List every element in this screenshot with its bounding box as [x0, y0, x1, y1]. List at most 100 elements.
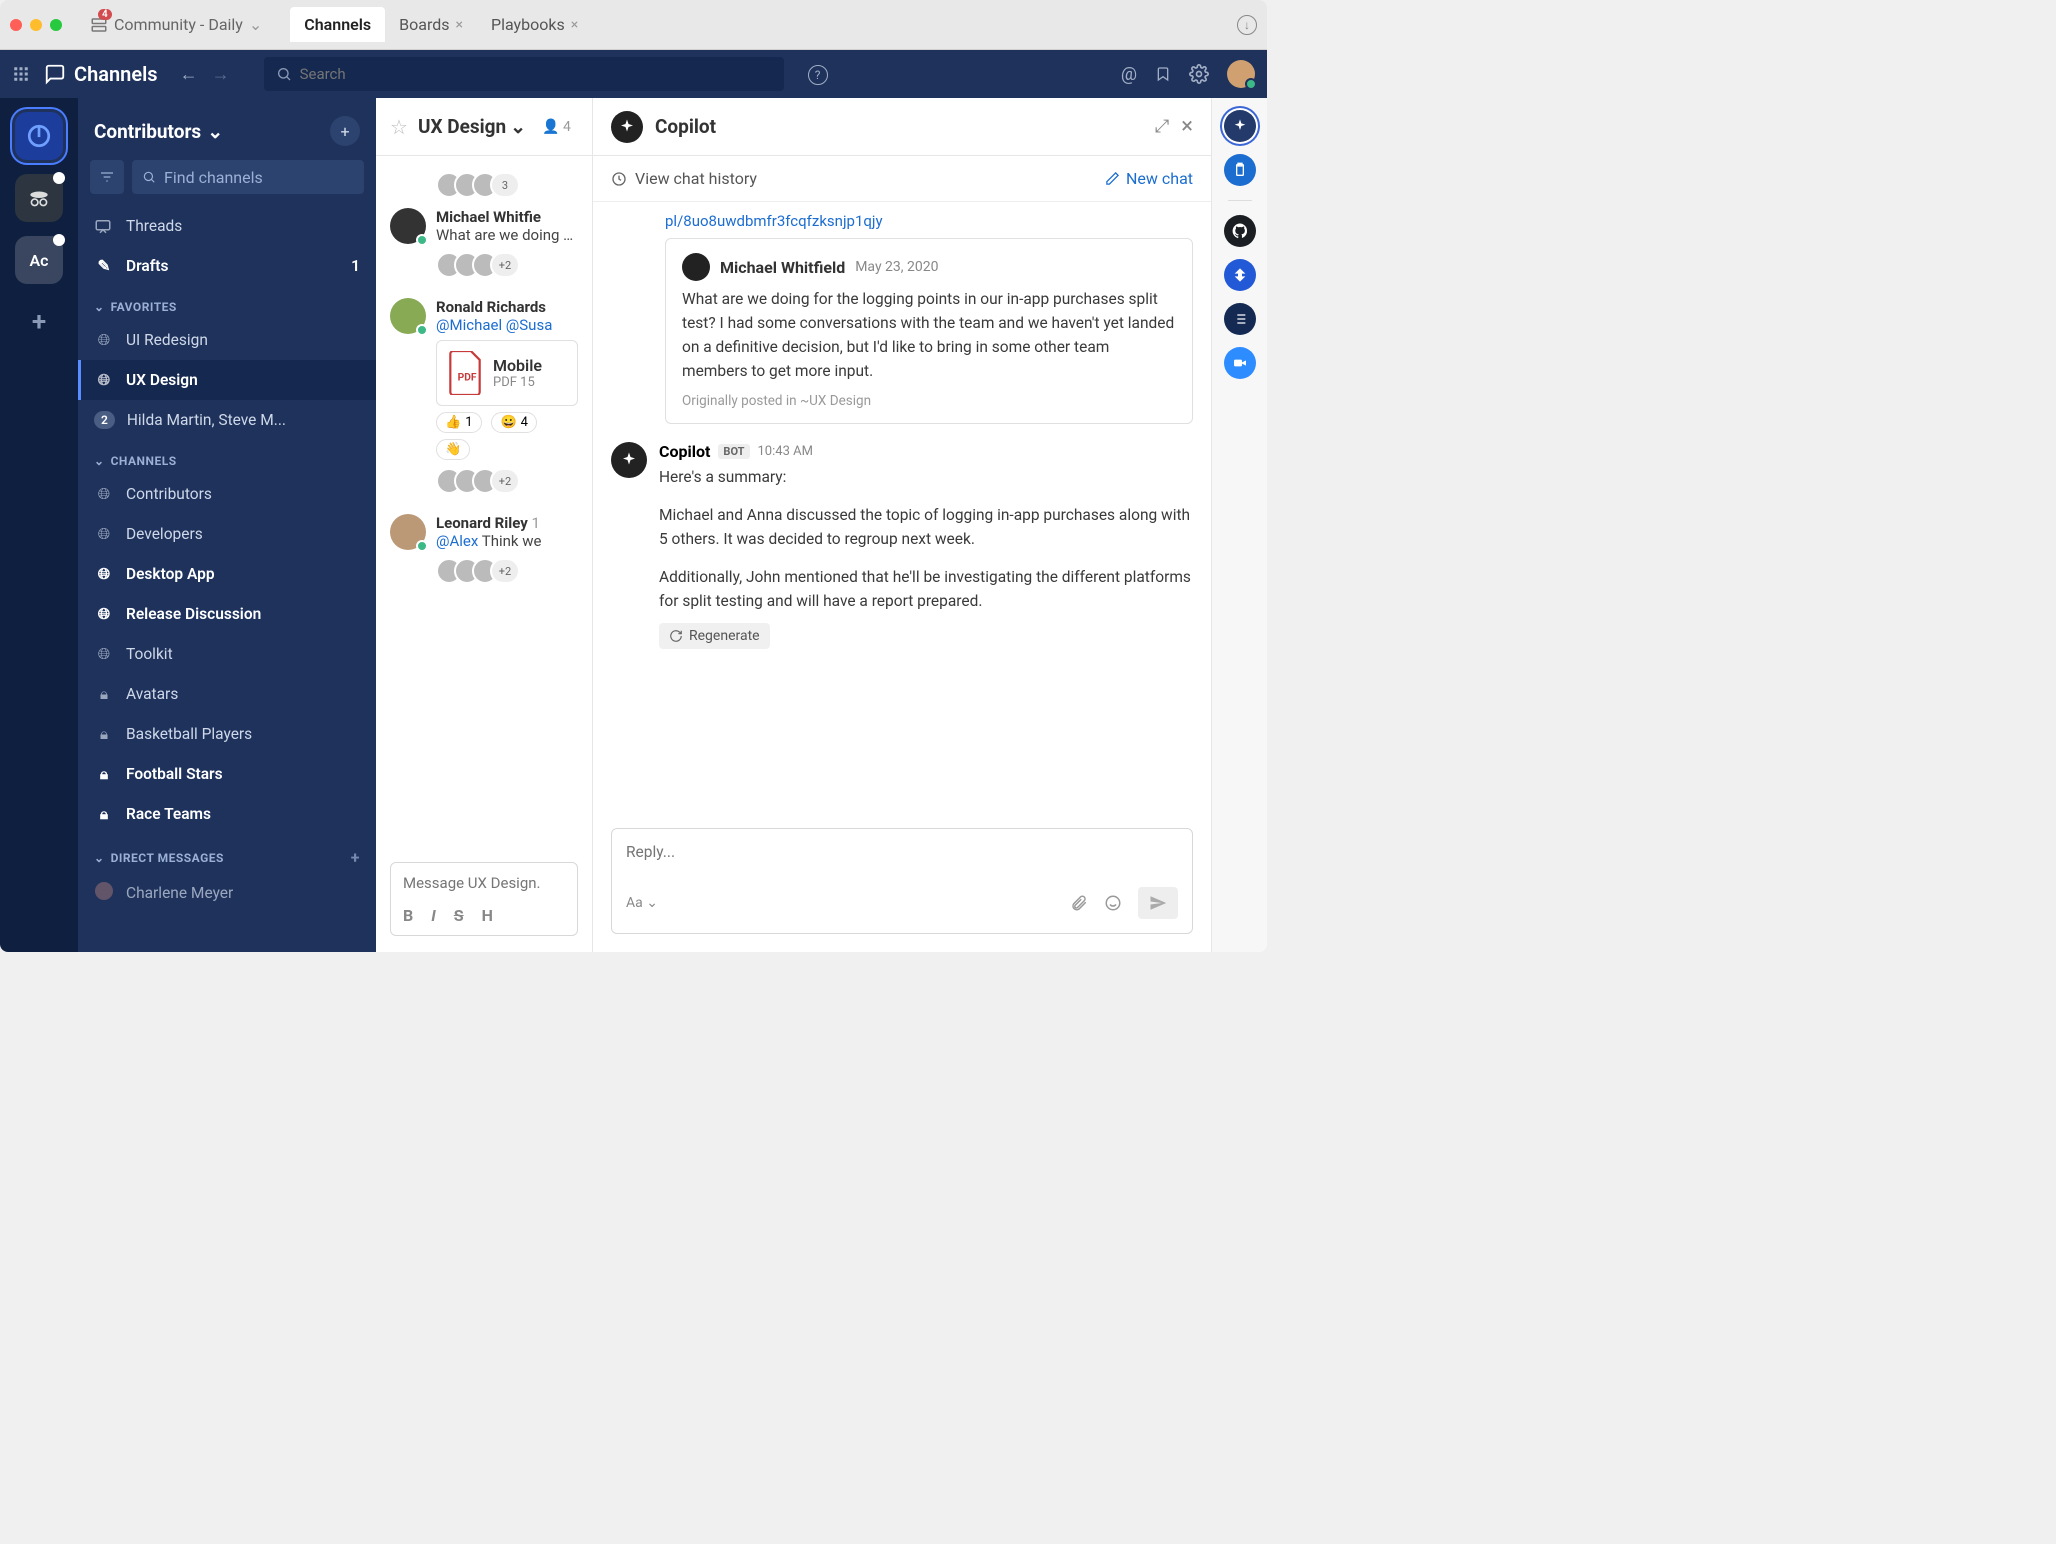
reply-input[interactable] — [626, 843, 1178, 861]
lock-icon: 🔒︎ — [94, 725, 114, 744]
rail-zoom-icon[interactable] — [1224, 347, 1256, 379]
tab-channels[interactable]: Channels — [290, 7, 385, 42]
help-icon[interactable]: ? — [808, 63, 828, 85]
avatar — [682, 253, 710, 281]
post[interactable]: Leonard Riley 1 @Alex Think we +2 — [376, 504, 592, 594]
sidebar-item-group-dm[interactable]: 2Hilda Martin, Steve M... — [78, 400, 376, 440]
maximize-window-button[interactable] — [50, 19, 62, 31]
thread-participants[interactable]: +2 — [436, 252, 578, 278]
new-chat-button[interactable]: New chat — [1105, 169, 1193, 188]
post[interactable]: Ronald Richards @Michael @Susa PDF Mobil… — [376, 288, 592, 504]
sidebar-dm-charlene[interactable]: Charlene Meyer — [78, 873, 376, 913]
sidebar-item-basketball[interactable]: 🔒︎Basketball Players — [78, 714, 376, 754]
close-icon[interactable]: × — [1181, 114, 1193, 139]
sidebar-item-ux-design[interactable]: 🌐︎UX Design — [78, 360, 376, 400]
notification-dot — [53, 172, 65, 184]
section-dms[interactable]: ⌄DIRECT MESSAGES+ — [78, 834, 376, 873]
user-avatar[interactable] — [1227, 60, 1255, 88]
thread-participants[interactable]: +2 — [436, 558, 578, 584]
product-brand: Channels — [44, 62, 158, 86]
message-text: Michael and Anna discussed the topic of … — [659, 503, 1193, 551]
back-button[interactable]: ← — [180, 64, 198, 85]
section-favorites[interactable]: ⌄FAVORITES — [78, 286, 376, 320]
italic-button[interactable]: I — [431, 906, 436, 925]
team-switcher[interactable]: Contributors ⌄ — [94, 120, 223, 143]
workspace-switcher[interactable]: 4 Community - Daily ⌄ — [80, 11, 272, 38]
rail-list-icon[interactable] — [1224, 303, 1256, 335]
forward-button[interactable]: → — [212, 64, 230, 85]
reaction[interactable]: 👍1 — [436, 412, 482, 433]
bold-button[interactable]: B — [403, 906, 413, 925]
filter-button[interactable] — [90, 160, 124, 194]
server-tile-2[interactable] — [15, 174, 63, 222]
sidebar-threads[interactable]: Threads — [78, 206, 376, 246]
favorite-star-icon[interactable]: ☆ — [390, 115, 408, 139]
close-window-button[interactable] — [10, 19, 22, 31]
sidebar-item-release[interactable]: 🌐︎Release Discussion — [78, 594, 376, 634]
saved-icon[interactable] — [1155, 65, 1171, 83]
emoji-icon[interactable] — [1104, 894, 1122, 912]
sidebar-drafts[interactable]: ✎Drafts1 — [78, 246, 376, 286]
heading-button[interactable]: H — [482, 906, 493, 925]
expand-icon[interactable]: ⤢ — [1155, 116, 1169, 137]
mentions-icon[interactable]: @ — [1121, 64, 1137, 85]
strike-button[interactable]: S — [454, 906, 464, 925]
sidebar-item-toolkit[interactable]: 🌐︎Toolkit — [78, 634, 376, 674]
find-channels-input[interactable]: Find channels — [132, 160, 364, 194]
rail-github-icon[interactable] — [1224, 215, 1256, 247]
close-icon[interactable]: × — [456, 17, 463, 33]
reply-composer[interactable]: Aa ⌄ — [611, 828, 1193, 934]
server-tile-mattermost[interactable] — [15, 112, 63, 160]
thread-participants[interactable]: 3 — [436, 172, 592, 198]
formatting-button[interactable]: Aa ⌄ — [626, 895, 658, 911]
post[interactable]: Michael Whitfie What are we doing conver… — [376, 198, 592, 288]
tab-playbooks[interactable]: Playbooks× — [477, 7, 592, 42]
send-button[interactable] — [1138, 887, 1178, 919]
apps-grid-icon[interactable] — [12, 65, 30, 83]
sidebar-item-desktop-app[interactable]: 🌐︎Desktop App — [78, 554, 376, 594]
sidebar-item-race[interactable]: 🔒︎Race Teams — [78, 794, 376, 834]
sidebar-item-football[interactable]: 🔒︎Football Stars — [78, 754, 376, 794]
sidebar-item-contributors[interactable]: 🌐︎Contributors — [78, 474, 376, 514]
minimize-window-button[interactable] — [30, 19, 42, 31]
sidebar-item-developers[interactable]: 🌐︎Developers — [78, 514, 376, 554]
attach-icon[interactable] — [1070, 894, 1088, 912]
reaction[interactable]: 😀4 — [491, 412, 537, 433]
mattermost-icon — [26, 123, 52, 149]
add-channel-button[interactable]: + — [330, 116, 360, 146]
server-tile-3[interactable]: Ac — [15, 236, 63, 284]
settings-icon[interactable] — [1189, 64, 1209, 84]
permalink[interactable]: pl/8uo8uwdbmfr3fcqfzksnjp1qjy — [611, 212, 1193, 230]
section-channels[interactable]: ⌄CHANNELS — [78, 440, 376, 474]
member-count[interactable]: 👤 4 — [542, 119, 571, 135]
rail-copilot-icon[interactable] — [1224, 110, 1256, 142]
reaction[interactable]: 👋 — [436, 439, 470, 460]
channel-title[interactable]: UX Design⌄ — [418, 115, 526, 138]
rail-clipboard-icon[interactable] — [1224, 154, 1256, 186]
svg-text:PDF: PDF — [458, 370, 477, 383]
mention[interactable]: @Michael @Susa — [436, 316, 552, 334]
global-search[interactable] — [264, 57, 784, 91]
file-attachment[interactable]: PDF MobilePDF 15 — [436, 340, 578, 406]
rail-jira-icon[interactable] — [1224, 259, 1256, 291]
view-history-button[interactable]: View chat history — [611, 169, 757, 188]
chevron-down-icon: ⌄ — [94, 454, 105, 468]
sidebar-item-avatars[interactable]: 🔒︎Avatars — [78, 674, 376, 714]
add-dm-button[interactable]: + — [351, 848, 360, 867]
thread-participants[interactable]: +2 — [436, 468, 578, 494]
download-icon[interactable]: ↓ — [1237, 15, 1257, 35]
tab-boards[interactable]: Boards× — [385, 7, 477, 42]
add-server-button[interactable]: + — [15, 298, 63, 346]
quoted-post-card: Michael Whitfield May 23, 2020 What are … — [665, 238, 1193, 424]
close-icon[interactable]: × — [571, 17, 578, 33]
search-input[interactable] — [300, 65, 772, 83]
message-input[interactable] — [403, 874, 565, 892]
copilot-avatar-icon — [611, 442, 647, 478]
globe-icon: 🌐︎ — [94, 485, 114, 504]
mention[interactable]: @Alex — [436, 532, 478, 550]
sidebar-item-ui-redesign[interactable]: 🌐︎UI Redesign — [78, 320, 376, 360]
message-composer[interactable]: B I S H — [390, 862, 578, 936]
channel-sidebar: Contributors ⌄ + Find channels Threads ✎… — [78, 98, 376, 952]
regenerate-button[interactable]: Regenerate — [659, 623, 770, 649]
refresh-icon — [669, 629, 683, 643]
